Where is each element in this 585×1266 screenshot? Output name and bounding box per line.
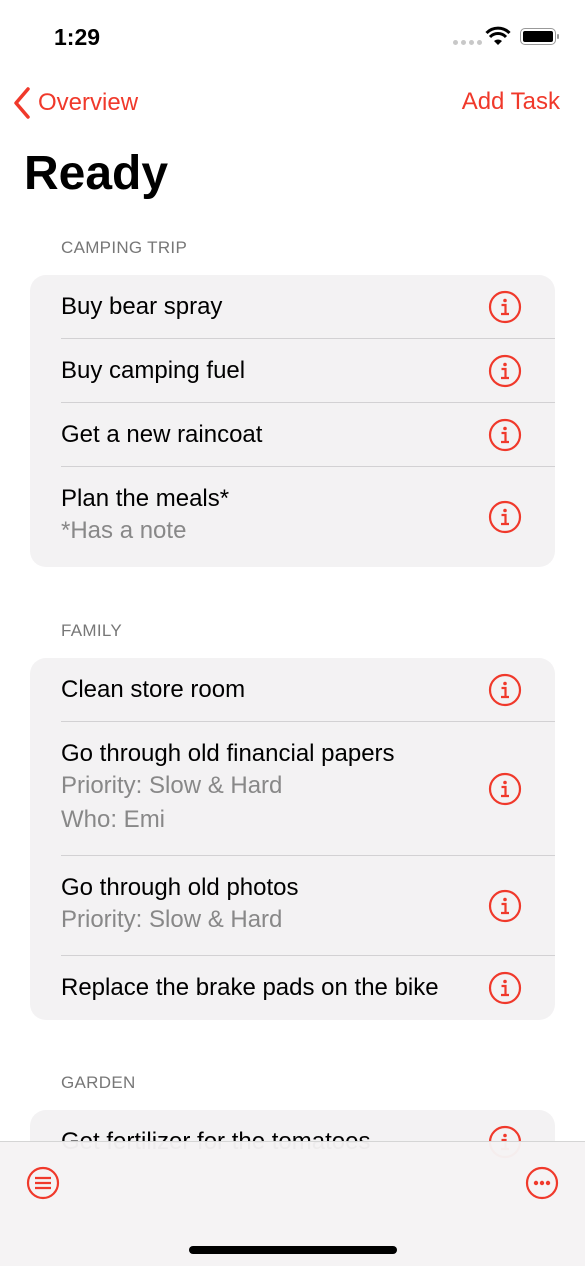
task-detail: Priority: Slow & Hard [61,906,283,933]
task-detail: Priority: Slow & Hard [61,772,283,799]
status-time: 1:29 [54,24,101,50]
wifi-icon [485,26,511,45]
info-icon[interactable] [488,418,522,452]
task-title: Buy bear spray [61,293,223,320]
section-header: CAMPING TRIP [61,238,188,257]
section-header: GARDEN [61,1073,136,1092]
task-row[interactable]: Buy camping fuel [30,339,555,403]
status-bar: 1:29 [0,0,585,70]
task-row[interactable]: Get a new raincoat [30,403,555,467]
task-detail: Who: Emi [61,806,166,833]
task-row[interactable]: Go through old photos Priority: Slow & Ha… [30,856,555,956]
chevron-left-icon [14,87,30,119]
info-icon[interactable] [488,354,522,388]
task-title: Go through old photos [61,874,299,901]
task-detail: *Has a note [61,517,187,544]
task-row[interactable]: Replace the brake pads on the bike [30,956,555,1020]
task-group: Buy bear spray Buy camping fuel Get a new … [30,275,555,567]
task-title: Plan the meals* [61,485,230,512]
battery-icon [520,28,559,45]
ellipsis-circle-icon[interactable] [525,1166,559,1200]
task-title: Get a new raincoat [61,421,263,448]
task-title: Replace the brake pads on the bike [61,974,439,1001]
cellular-signal-icon [453,40,482,45]
task-row[interactable]: Plan the meals* *Has a note [30,467,555,567]
info-icon[interactable] [488,290,522,324]
info-icon[interactable] [488,673,522,707]
task-row[interactable]: Go through old financial papers Priority:… [30,722,555,856]
info-icon[interactable] [488,971,522,1005]
list-circle-icon[interactable] [26,1166,60,1200]
home-indicator [189,1246,397,1254]
task-title: Clean store room [61,676,246,703]
info-icon[interactable] [488,772,522,806]
bottom-toolbar [0,1141,585,1266]
task-group: Clean store room Go through old financial… [30,658,555,1020]
navigation-bar: Overview Add Task [0,84,585,124]
task-title: Buy camping fuel [61,357,246,384]
back-label: Overview [38,89,139,116]
add-task-button[interactable]: Add Task [462,88,560,116]
info-icon[interactable] [488,889,522,923]
page-title: Ready [24,147,169,200]
info-icon[interactable] [488,500,522,534]
section-header: FAMILY [61,621,123,640]
task-row[interactable]: Buy bear spray [30,275,555,339]
task-title: Go through old financial papers [61,740,395,767]
task-row[interactable]: Clean store room [30,658,555,722]
back-button[interactable]: Overview [12,86,138,120]
